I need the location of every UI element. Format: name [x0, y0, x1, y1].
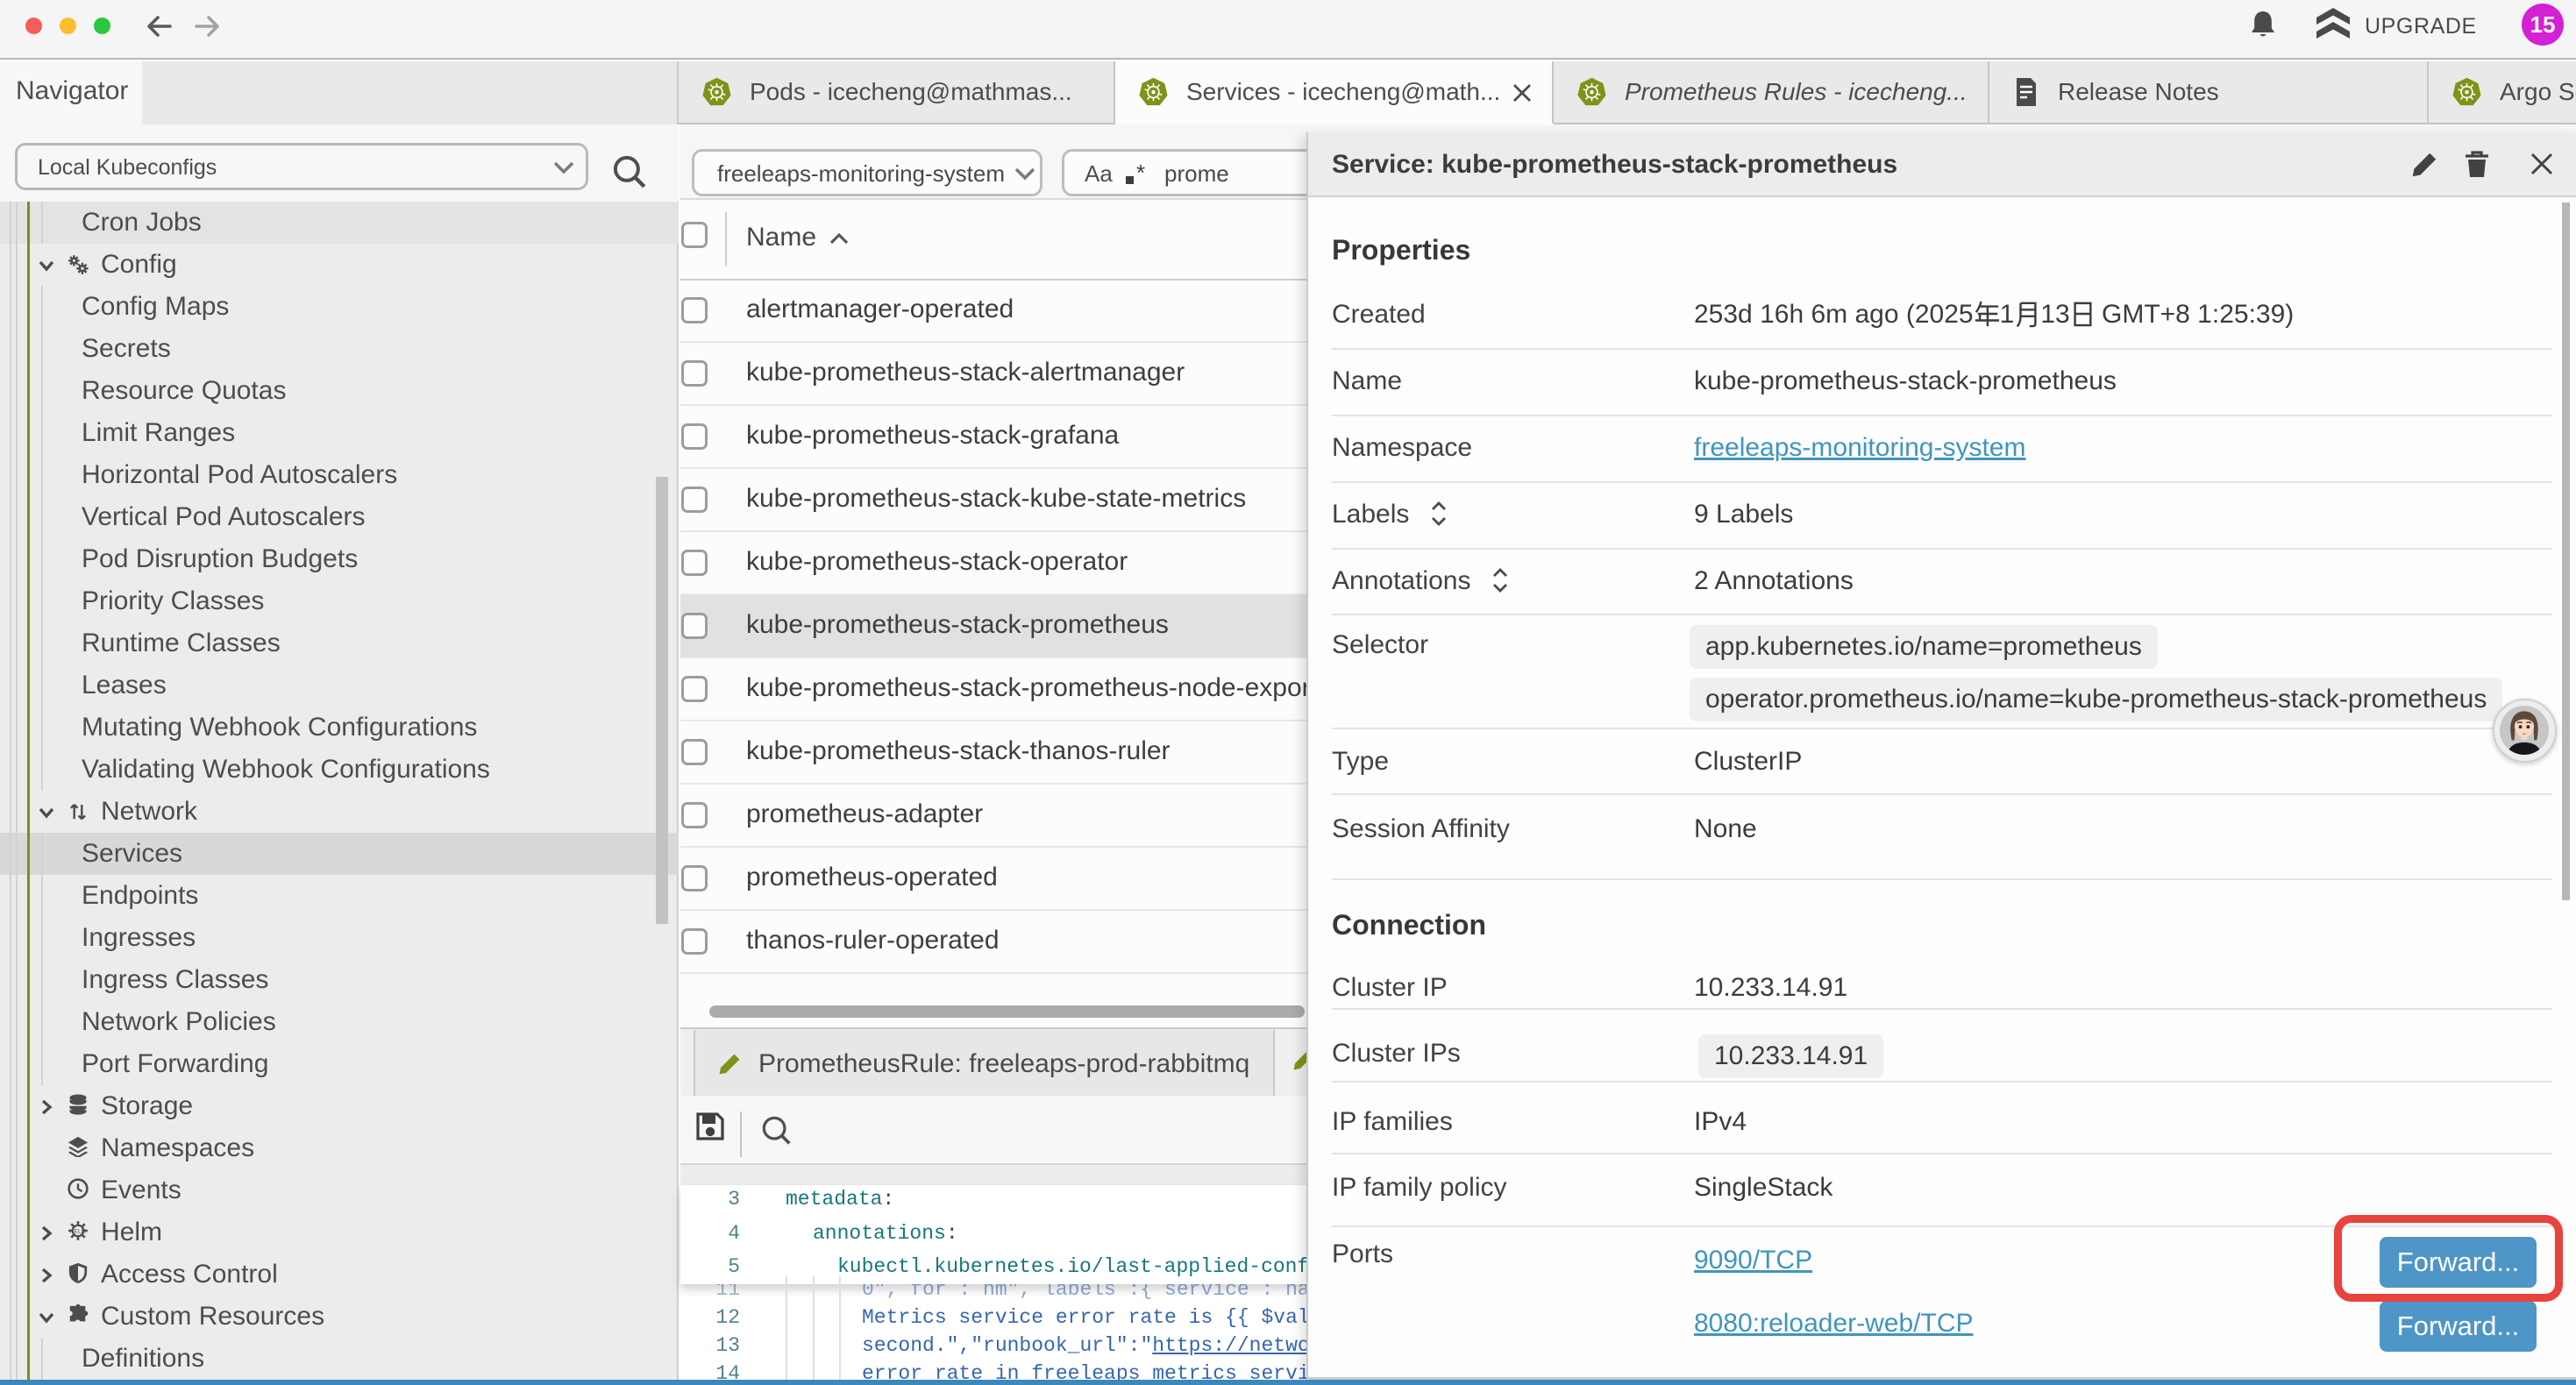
- svg-text:HELM: HELM: [70, 1228, 86, 1234]
- svg-text:*: *: [1136, 164, 1145, 186]
